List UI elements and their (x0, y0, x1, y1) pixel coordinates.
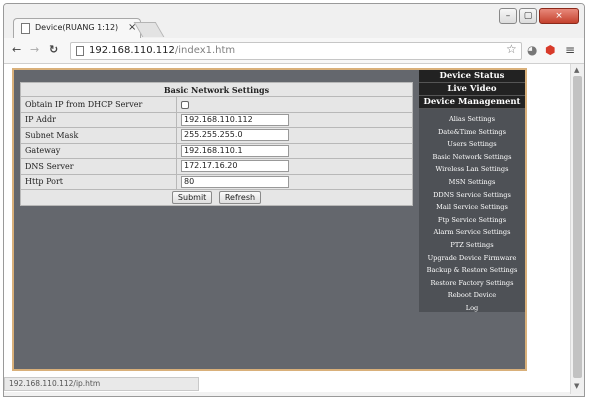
scrollbar[interactable]: ▲ ▼ (570, 64, 584, 394)
scroll-down-icon[interactable]: ▼ (574, 382, 579, 390)
field-label: DNS Server (20, 158, 177, 175)
maximize-button[interactable]: ▢ (519, 8, 537, 24)
field-label: IP Addr (20, 111, 177, 128)
url-text: 192.168.110.112/index1.htm (89, 45, 236, 56)
title-bar: Device(RUANG 1:12) × – ▢ × (4, 4, 584, 38)
table-row: Gateway 192.168.110.1 (20, 142, 413, 159)
menu-item-link[interactable]: Log (419, 302, 525, 315)
table-row: DNS Server 172.17.16.20 (20, 158, 413, 175)
menu-item-link[interactable]: Upgrade Device Firmware (419, 252, 525, 265)
menu-item-link[interactable]: MSN Settings (419, 176, 525, 189)
extension-icon[interactable]: ◕ (527, 43, 537, 57)
forward-arrow-icon[interactable]: → (30, 43, 39, 56)
close-window-button[interactable]: × (539, 8, 579, 24)
menu-item-link[interactable]: Backup & Restore Settings (419, 264, 525, 277)
dhcp-label: Obtain IP from DHCP Server (20, 96, 177, 113)
field-label: Subnet Mask (20, 127, 177, 144)
menu-device-management[interactable]: Device Management (419, 96, 525, 109)
table-row: Subnet Mask 255.255.255.0 (20, 127, 413, 144)
shield-extension-icon[interactable]: ⬢ (545, 43, 555, 57)
menu-live-video[interactable]: Live Video (419, 83, 525, 96)
submit-button[interactable]: Submit (171, 190, 213, 204)
page-icon (21, 23, 30, 34)
ip-addr-input[interactable]: 192.168.110.112 (181, 113, 289, 126)
bookmark-star-icon[interactable]: ☆ (506, 42, 517, 56)
menu-icon[interactable]: ≡ (565, 43, 575, 57)
table-row: IP Addr 192.168.110.112 (20, 111, 413, 128)
field-label: Gateway (20, 142, 177, 159)
menu-item-link[interactable]: Alarm Service Settings (419, 226, 525, 239)
side-menu: Device Status Live Video Device Manageme… (419, 70, 525, 312)
table-row: Http Port 80 (20, 173, 413, 190)
scroll-up-icon[interactable]: ▲ (574, 66, 579, 74)
browser-toolbar: ← → ↻ 192.168.110.112/index1.htm ☆ ◕ ⬢ ≡ (4, 38, 584, 64)
status-bar: 192.168.110.112/ip.htm (4, 377, 199, 391)
gateway-input[interactable]: 192.168.110.1 (181, 144, 289, 157)
browser-tab[interactable]: Device(RUANG 1:12) × (13, 18, 141, 38)
minimize-button[interactable]: – (499, 8, 517, 24)
reload-icon[interactable]: ↻ (49, 43, 58, 56)
menu-item-link[interactable]: Reboot Device (419, 289, 525, 302)
dns-server-input[interactable]: 172.17.16.20 (181, 160, 289, 173)
menu-item-link[interactable]: PTZ Settings (419, 239, 525, 252)
browser-window: Device(RUANG 1:12) × – ▢ × ← → ↻ 192.168… (3, 3, 585, 397)
scroll-thumb[interactable] (573, 76, 582, 378)
menu-item-link[interactable]: Alias Settings (419, 113, 525, 126)
subnet-mask-input[interactable]: 255.255.255.0 (181, 129, 289, 142)
refresh-button[interactable]: Refresh (218, 190, 262, 204)
page-viewport: Basic Network Settings Obtain IP from DH… (4, 64, 570, 392)
device-page: Basic Network Settings Obtain IP from DH… (12, 68, 527, 371)
settings-title: Basic Network Settings (20, 82, 413, 97)
menu-item-link[interactable]: Restore Factory Settings (419, 277, 525, 290)
menu-item-link[interactable]: Users Settings (419, 138, 525, 151)
button-row: Submit Refresh (20, 189, 413, 206)
menu-item-link[interactable]: Ftp Service Settings (419, 214, 525, 227)
dhcp-checkbox[interactable] (181, 100, 189, 109)
network-settings-table: Basic Network Settings Obtain IP from DH… (20, 82, 413, 206)
settings-panel: Basic Network Settings Obtain IP from DH… (20, 82, 413, 206)
menu-item-link[interactable]: DDNS Service Settings (419, 189, 525, 202)
menu-item-link[interactable]: Wireless Lan Settings (419, 163, 525, 176)
menu-item-link[interactable]: Date&Time Settings (419, 126, 525, 139)
table-row: Obtain IP from DHCP Server (20, 96, 413, 113)
http-port-input[interactable]: 80 (181, 175, 289, 188)
menu-device-status[interactable]: Device Status (419, 70, 525, 83)
tab-title: Device(RUANG 1:12) (35, 23, 119, 32)
address-bar[interactable]: 192.168.110.112/index1.htm (70, 42, 522, 60)
menu-item-list: Alias Settings Date&Time Settings Users Se… (419, 109, 525, 315)
field-label: Http Port (20, 173, 177, 190)
menu-item-link[interactable]: Mail Service Settings (419, 201, 525, 214)
menu-item-link[interactable]: Basic Network Settings (419, 151, 525, 164)
back-arrow-icon[interactable]: ← (12, 43, 21, 56)
page-icon (76, 46, 84, 56)
